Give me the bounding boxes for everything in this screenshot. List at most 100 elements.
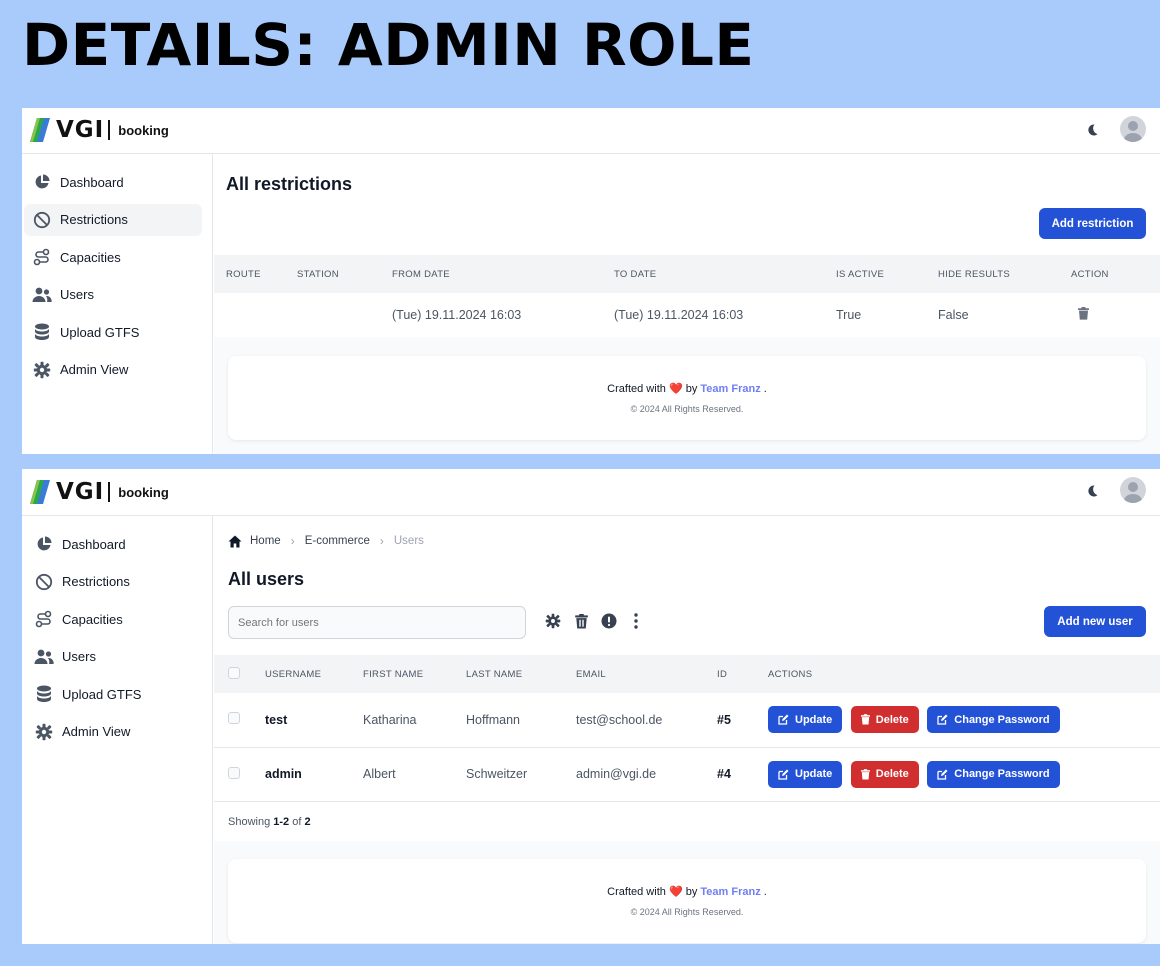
users-screenshot: VGI booking Dashboard Restrictions Capac… <box>22 469 1160 944</box>
sidebar-item-dashboard[interactable]: Dashboard <box>24 166 202 198</box>
database-icon <box>32 322 52 342</box>
copyright: © 2024 All Rights Reserved. <box>630 404 744 414</box>
users-table: USERNAME FIRST NAME LAST NAME EMAIL ID A… <box>214 655 1160 801</box>
delete-button[interactable]: Delete <box>850 760 919 788</box>
trash-icon[interactable] <box>572 612 590 630</box>
column-header[interactable]: ROUTE <box>214 255 297 293</box>
sidebar-item-capacities[interactable]: Capacities <box>24 241 202 273</box>
update-label: Update <box>795 713 833 726</box>
route-icon <box>34 609 54 629</box>
user-avatar[interactable] <box>1120 477 1146 503</box>
footer-crafted-text: Crafted with <box>607 383 666 395</box>
add-new-user-button[interactable]: Add new user <box>1044 606 1146 637</box>
change-password-label: Change Password <box>954 713 1050 726</box>
username-cell: admin <box>265 747 363 801</box>
column-header[interactable]: EMAIL <box>576 655 717 693</box>
column-header[interactable]: USERNAME <box>265 655 363 693</box>
sidebar-item-restrictions[interactable]: Restrictions <box>26 566 202 598</box>
home-icon[interactable] <box>228 535 242 548</box>
breadcrumb-home[interactable]: Home <box>250 535 281 547</box>
from-date-cell: (Tue) 19.11.2024 16:03 <box>392 293 614 337</box>
sidebar: Dashboard Restrictions Capacities Users … <box>22 154 213 454</box>
sidebar-item-upload-gtfs[interactable]: Upload GTFS <box>26 678 202 710</box>
heart-icon: ❤️ <box>668 383 683 395</box>
sidebar-item-restrictions[interactable]: Restrictions <box>24 203 202 236</box>
dark-mode-toggle-icon[interactable] <box>1084 122 1100 138</box>
station-cell <box>297 293 392 337</box>
sidebar-item-label: Upload GTFS <box>60 324 140 340</box>
last-name-cell: Schweitzer <box>466 747 576 801</box>
update-button[interactable]: Update <box>768 760 843 788</box>
sidebar-item-admin-view[interactable]: Admin View <box>24 354 202 386</box>
settings-gear-icon[interactable] <box>544 612 562 630</box>
row-checkbox[interactable] <box>228 712 240 725</box>
update-button[interactable]: Update <box>768 706 843 734</box>
edit-icon <box>778 769 789 780</box>
pie-chart-icon <box>34 534 54 554</box>
column-header[interactable]: FROM DATE <box>392 255 614 293</box>
column-header[interactable]: LAST NAME <box>466 655 576 693</box>
select-all-checkbox[interactable] <box>228 666 240 679</box>
user-avatar[interactable] <box>1120 116 1146 142</box>
trash-icon[interactable] <box>1078 307 1090 321</box>
alert-circle-icon[interactable] <box>600 612 618 630</box>
sidebar-item-label: Restrictions <box>62 574 130 589</box>
column-header[interactable]: IS ACTIVE <box>836 255 938 293</box>
column-header[interactable]: STATION <box>297 255 392 293</box>
sidebar-item-upload-gtfs[interactable]: Upload GTFS <box>24 316 202 348</box>
restrictions-table: ROUTE STATION FROM DATE TO DATE IS ACTIV… <box>214 255 1160 337</box>
column-header[interactable]: ACTIONS <box>768 655 1160 693</box>
sidebar-item-admin-view[interactable]: Admin View <box>26 716 202 748</box>
edit-icon <box>937 714 948 725</box>
first-name-cell: Albert <box>363 747 466 801</box>
vgi-logo-mark-icon <box>30 118 50 142</box>
is-active-cell: True <box>836 293 938 337</box>
sidebar-item-users[interactable]: Users <box>26 641 202 673</box>
route-cell <box>214 293 297 337</box>
actions-cell: Update Delete Change Password <box>768 747 1160 801</box>
column-header[interactable]: FIRST NAME <box>363 655 466 693</box>
brand-logo[interactable]: VGI booking <box>30 479 169 505</box>
more-vertical-icon[interactable] <box>627 612 645 630</box>
users-header: Home › E-commerce › Users All users Add … <box>214 516 1160 655</box>
column-header[interactable]: ID <box>717 655 768 693</box>
email-cell: test@school.de <box>576 693 717 747</box>
action-cell <box>1071 293 1160 337</box>
delete-button[interactable]: Delete <box>850 706 919 734</box>
team-link[interactable]: Team Franz <box>700 383 760 395</box>
edit-icon <box>937 769 948 780</box>
sidebar-item-users[interactable]: Users <box>24 279 202 311</box>
change-password-button[interactable]: Change Password <box>927 706 1060 734</box>
change-password-button[interactable]: Change Password <box>927 760 1060 788</box>
users-icon <box>32 285 52 305</box>
delete-label: Delete <box>875 713 909 726</box>
sidebar-item-label: Admin View <box>60 362 129 377</box>
brand-logo[interactable]: VGI booking <box>30 117 169 143</box>
page-title: All restrictions <box>226 174 353 194</box>
search-input[interactable] <box>228 606 526 639</box>
sidebar-item-label: Users <box>60 287 94 302</box>
column-header[interactable]: ACTION <box>1071 255 1160 293</box>
row-checkbox[interactable] <box>228 766 240 779</box>
footer-by-text: by <box>685 383 698 395</box>
column-header[interactable]: HIDE RESULTS <box>938 255 1071 293</box>
sidebar-item-label: Restrictions <box>60 212 128 227</box>
sidebar: Dashboard Restrictions Capacities Users … <box>22 516 213 944</box>
table-row: admin Albert Schweitzer admin@vgi.de #4 … <box>214 747 1160 801</box>
sidebar-item-capacities[interactable]: Capacities <box>26 603 202 635</box>
sidebar-item-label: Dashboard <box>62 536 126 552</box>
sidebar-item-dashboard[interactable]: Dashboard <box>26 528 202 560</box>
actions-cell: Update Delete Change Password <box>768 693 1160 747</box>
dark-mode-toggle-icon[interactable] <box>1084 483 1100 499</box>
row-select-cell <box>214 747 265 801</box>
team-link[interactable]: Team Franz <box>700 886 760 898</box>
email-cell: admin@vgi.de <box>576 747 717 801</box>
heart-icon: ❤️ <box>668 886 683 898</box>
add-restriction-button[interactable]: Add restriction <box>1039 208 1146 239</box>
breadcrumb-ecommerce[interactable]: E-commerce <box>305 535 370 547</box>
top-navbar: VGI booking <box>22 108 1160 154</box>
sidebar-item-label: Dashboard <box>60 174 124 190</box>
id-cell: #5 <box>717 693 768 747</box>
column-header[interactable]: TO DATE <box>614 255 836 293</box>
sidebar-item-label: Upload GTFS <box>62 686 142 702</box>
